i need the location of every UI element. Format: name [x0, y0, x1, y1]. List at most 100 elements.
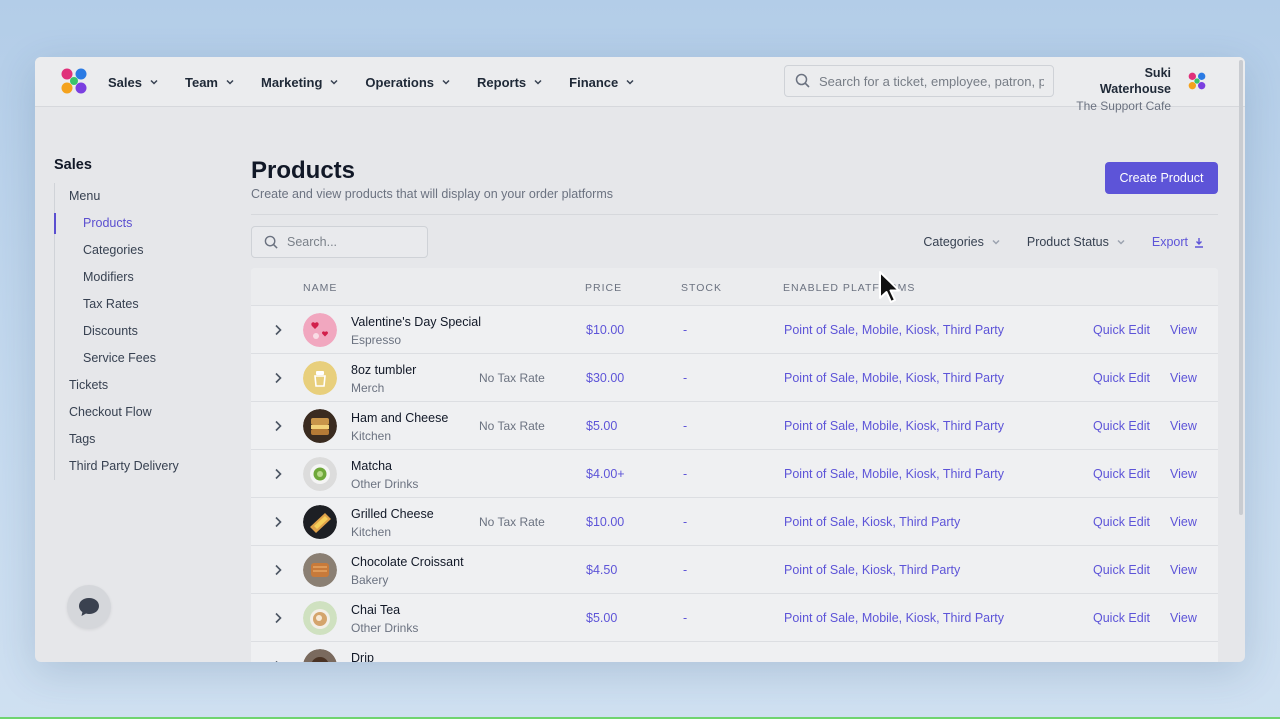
view-link[interactable]: View	[1170, 371, 1197, 385]
product-thumbnail	[303, 313, 337, 347]
product-category: Kitchen	[351, 429, 392, 443]
logo-icon[interactable]	[59, 66, 89, 96]
product-tax: No Tax Rate	[479, 371, 545, 385]
filter-label: Product Status	[1026, 235, 1109, 249]
header-stock[interactable]: STOCK	[681, 282, 722, 294]
table-row[interactable]: Grilled Cheese Kitchen No Tax Rate $10.0…	[251, 498, 1218, 546]
nav-finance[interactable]: Finance	[569, 75, 635, 90]
product-name: Ham and Cheese	[351, 411, 449, 425]
product-search-input[interactable]	[287, 235, 417, 249]
product-price: $5.00	[586, 419, 618, 433]
divider	[251, 214, 1218, 215]
main-nav: Sales Team Marketing Operations Reports …	[108, 57, 661, 107]
nav-operations[interactable]: Operations	[365, 75, 451, 90]
main-content: Products Create and view products that w…	[251, 157, 1218, 662]
chevron-down-icon	[626, 79, 634, 85]
nav-label: Reports	[477, 74, 527, 90]
export-button[interactable]: Export	[1152, 235, 1204, 249]
user-org: The Support Cafe	[1076, 99, 1171, 113]
header-name[interactable]: NAME	[303, 282, 337, 294]
sidebar-item-modifiers[interactable]: Modifiers	[83, 264, 234, 291]
view-link[interactable]: View	[1170, 323, 1197, 337]
nav-sales[interactable]: Sales	[108, 75, 159, 90]
product-category: Espresso	[351, 333, 402, 347]
org-logo-icon[interactable]	[1187, 71, 1207, 91]
sidebar-item-products[interactable]: Products	[54, 210, 234, 237]
quick-edit-link[interactable]: Quick Edit	[1093, 611, 1150, 625]
product-price: $10.00	[586, 323, 625, 337]
nav-label: Operations	[365, 74, 435, 90]
product-status-filter[interactable]: Product Status	[1027, 235, 1126, 249]
quick-edit-link[interactable]: Quick Edit	[1093, 371, 1150, 385]
product-platforms: Point of Sale, Mobile, Kiosk, Third Part…	[784, 323, 1005, 337]
table-row[interactable]: Chai Tea Other Drinks $5.00 - Point of S…	[251, 594, 1218, 642]
sidebar-item-checkout-flow[interactable]: Checkout Flow	[69, 399, 234, 426]
user-name: Suki Waterhouse	[1099, 66, 1171, 96]
sidebar-item-menu[interactable]: Menu	[69, 183, 234, 210]
chat-icon	[79, 598, 99, 616]
table-row[interactable]: Chocolate Croissant Bakery $4.50 - Point…	[251, 546, 1218, 594]
table-row[interactable]: Drip	[251, 642, 1218, 662]
chevron-right-icon[interactable]	[271, 323, 285, 337]
sidebar-item-tickets[interactable]: Tickets	[69, 372, 234, 399]
chevron-right-icon[interactable]	[271, 515, 285, 529]
product-tax: No Tax Rate	[479, 419, 545, 433]
chevron-right-icon[interactable]	[271, 659, 285, 662]
product-price: $5.00	[586, 611, 618, 625]
product-stock: -	[683, 419, 688, 433]
table-row[interactable]: Ham and Cheese Kitchen No Tax Rate $5.00…	[251, 402, 1218, 450]
view-link[interactable]: View	[1170, 467, 1197, 481]
sidebar-item-categories[interactable]: Categories	[83, 237, 234, 264]
quick-edit-link[interactable]: Quick Edit	[1093, 515, 1150, 529]
sidebar-item-service-fees[interactable]: Service Fees	[83, 345, 234, 372]
chevron-right-icon[interactable]	[271, 371, 285, 385]
scrollbar[interactable]	[1239, 60, 1243, 515]
product-price: $4.00+	[586, 467, 625, 481]
product-price: $10.00	[586, 515, 625, 529]
product-name: Grilled Cheese	[351, 507, 434, 521]
view-link[interactable]: View	[1170, 563, 1197, 577]
product-name: Matcha	[351, 459, 392, 473]
sidebar-item-third-party-delivery[interactable]: Third Party Delivery	[69, 453, 234, 480]
create-product-button[interactable]: Create Product	[1105, 162, 1218, 194]
nav-reports[interactable]: Reports	[477, 75, 543, 90]
header-price[interactable]: PRICE	[585, 282, 622, 294]
quick-edit-link[interactable]: Quick Edit	[1093, 323, 1150, 337]
sidebar-item-discounts[interactable]: Discounts	[83, 318, 234, 345]
chevron-right-icon[interactable]	[271, 467, 285, 481]
chevron-right-icon[interactable]	[271, 419, 285, 433]
product-tax: No Tax Rate	[479, 515, 545, 529]
product-search[interactable]	[251, 226, 428, 258]
sidebar-item-tags[interactable]: Tags	[69, 426, 234, 453]
sidebar-item-tax-rates[interactable]: Tax Rates	[83, 291, 234, 318]
chevron-down-icon	[534, 79, 542, 85]
quick-edit-link[interactable]: Quick Edit	[1093, 467, 1150, 481]
chevron-down-icon	[226, 79, 234, 85]
global-search[interactable]	[784, 65, 1054, 97]
product-name: Chai Tea	[351, 603, 401, 617]
global-search-input[interactable]	[819, 73, 1044, 89]
table-row[interactable]: Matcha Other Drinks $4.00+ - Point of Sa…	[251, 450, 1218, 498]
table-row[interactable]: 8oz tumbler Merch No Tax Rate $30.00 - P…	[251, 354, 1218, 402]
categories-filter[interactable]: Categories	[923, 235, 1000, 249]
chevron-right-icon[interactable]	[271, 563, 285, 577]
product-stock: -	[683, 515, 688, 529]
nav-label: Team	[184, 74, 218, 90]
search-icon	[795, 73, 810, 88]
product-thumbnail	[303, 409, 337, 443]
view-link[interactable]: View	[1170, 611, 1197, 625]
quick-edit-link[interactable]: Quick Edit	[1093, 419, 1150, 433]
nav-team[interactable]: Team	[185, 75, 235, 90]
chat-button[interactable]	[67, 585, 111, 629]
chevron-down-icon	[150, 79, 158, 85]
quick-edit-link[interactable]: Quick Edit	[1093, 563, 1150, 577]
product-price: $4.50	[586, 563, 618, 577]
chevron-right-icon[interactable]	[271, 611, 285, 625]
product-category: Merch	[351, 381, 385, 395]
chevron-down-icon	[330, 79, 338, 85]
view-link[interactable]: View	[1170, 515, 1197, 529]
table-row[interactable]: Valentine's Day Special Espresso $10.00 …	[251, 306, 1218, 354]
view-link[interactable]: View	[1170, 419, 1197, 433]
user-info[interactable]: Suki Waterhouse The Support Cafe	[1071, 65, 1171, 115]
nav-marketing[interactable]: Marketing	[261, 75, 339, 90]
